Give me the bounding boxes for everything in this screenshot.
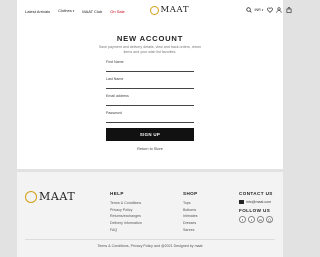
- search-icon[interactable]: [245, 6, 252, 13]
- chevron-down-icon: ▾: [261, 7, 264, 12]
- instagram-icon[interactable]: ◯: [266, 216, 273, 223]
- footer-logo-text: MAAT: [39, 190, 76, 203]
- mail-icon: [239, 200, 244, 204]
- email-input[interactable]: [106, 98, 194, 104]
- return-to-store-link[interactable]: Return to Store: [17, 147, 283, 151]
- brand-logo[interactable]: MAAT: [150, 5, 189, 15]
- logo-text: MAAT: [160, 5, 190, 15]
- password-field: Password: [106, 111, 194, 123]
- nav-on-sale[interactable]: On Sale: [110, 9, 124, 14]
- page-subtitle: Save payment and delivery details, view …: [98, 45, 202, 54]
- footer-shop-column: SHOP Tops Bottoms Intimates Dresses Sare…: [183, 191, 198, 234]
- contact-heading: CONTACT US: [239, 191, 273, 196]
- footer-logo[interactable]: MAAT: [25, 191, 75, 203]
- site-footer: MAAT HELP Terms & Conditions Privacy Pol…: [17, 172, 283, 257]
- header-tools: INR ▾: [245, 6, 295, 13]
- page: Latest Arrivals Clothes▾ MAAT Club On Sa…: [0, 0, 300, 257]
- nav-maat-club[interactable]: MAAT Club: [82, 9, 102, 14]
- first-name-input[interactable]: [106, 64, 194, 70]
- signup-panel: NEW ACCOUNT Save payment and delivery de…: [17, 21, 283, 169]
- copyright-text: Terms & Conditions, Privacy Policy and @…: [97, 244, 203, 248]
- shop-link[interactable]: Dresses: [183, 220, 198, 227]
- nav-clothes[interactable]: Clothes▾: [58, 8, 74, 14]
- chevron-down-icon: ▾: [72, 9, 75, 13]
- email-field: Email address: [106, 94, 194, 106]
- first-name-field: First Name: [106, 60, 194, 72]
- social-links: f t in ◯: [239, 216, 275, 223]
- logo-ring-icon: [25, 191, 37, 203]
- help-link[interactable]: Privacy Policy: [110, 207, 142, 214]
- page-title: NEW ACCOUNT: [116, 34, 184, 43]
- heart-icon[interactable]: [266, 6, 273, 13]
- last-name-input[interactable]: [106, 81, 194, 87]
- help-link[interactable]: Delivery information: [110, 220, 142, 227]
- footer-divider: [25, 239, 275, 240]
- follow-heading: FOLLOW US: [239, 208, 271, 213]
- shop-link[interactable]: Sarees: [183, 227, 198, 234]
- help-link[interactable]: Returns/exchanges: [110, 213, 142, 220]
- shop-link[interactable]: Intimates: [183, 213, 198, 220]
- password-input[interactable]: [106, 115, 194, 121]
- footer-help-column: HELP Terms & Conditions Privacy Policy R…: [110, 191, 142, 234]
- nav-latest-arrivals[interactable]: Latest Arrivals: [25, 9, 50, 14]
- currency-selector[interactable]: INR ▾: [255, 8, 264, 12]
- nav-clothes-label: Clothes: [58, 8, 72, 13]
- linkedin-icon[interactable]: in: [257, 216, 264, 223]
- facebook-icon[interactable]: f: [239, 216, 246, 223]
- shop-link[interactable]: Bottoms: [183, 207, 198, 214]
- main-nav: Latest Arrivals Clothes▾ MAAT Club On Sa…: [25, 8, 133, 14]
- twitter-icon[interactable]: t: [248, 216, 255, 223]
- shop-link[interactable]: Tops: [183, 200, 198, 207]
- last-name-field: Last Name: [106, 77, 194, 89]
- top-header: Latest Arrivals Clothes▾ MAAT Club On Sa…: [17, 0, 292, 21]
- user-icon[interactable]: [276, 6, 283, 13]
- sign-up-button[interactable]: SIGN UP: [106, 128, 194, 141]
- bag-icon[interactable]: [285, 6, 292, 13]
- help-link[interactable]: FAQ: [110, 227, 142, 234]
- help-heading: HELP: [110, 191, 124, 196]
- contact-email[interactable]: info@maat.com: [239, 200, 275, 204]
- logo-ring-icon: [150, 5, 159, 15]
- footer-contact-column: CONTACT US info@maat.com FOLLOW US f t i…: [239, 191, 275, 223]
- shop-heading: SHOP: [183, 191, 198, 196]
- help-link[interactable]: Terms & Conditions: [110, 200, 142, 207]
- currency-label: INR: [254, 7, 261, 12]
- contact-email-text: info@maat.com: [246, 200, 272, 204]
